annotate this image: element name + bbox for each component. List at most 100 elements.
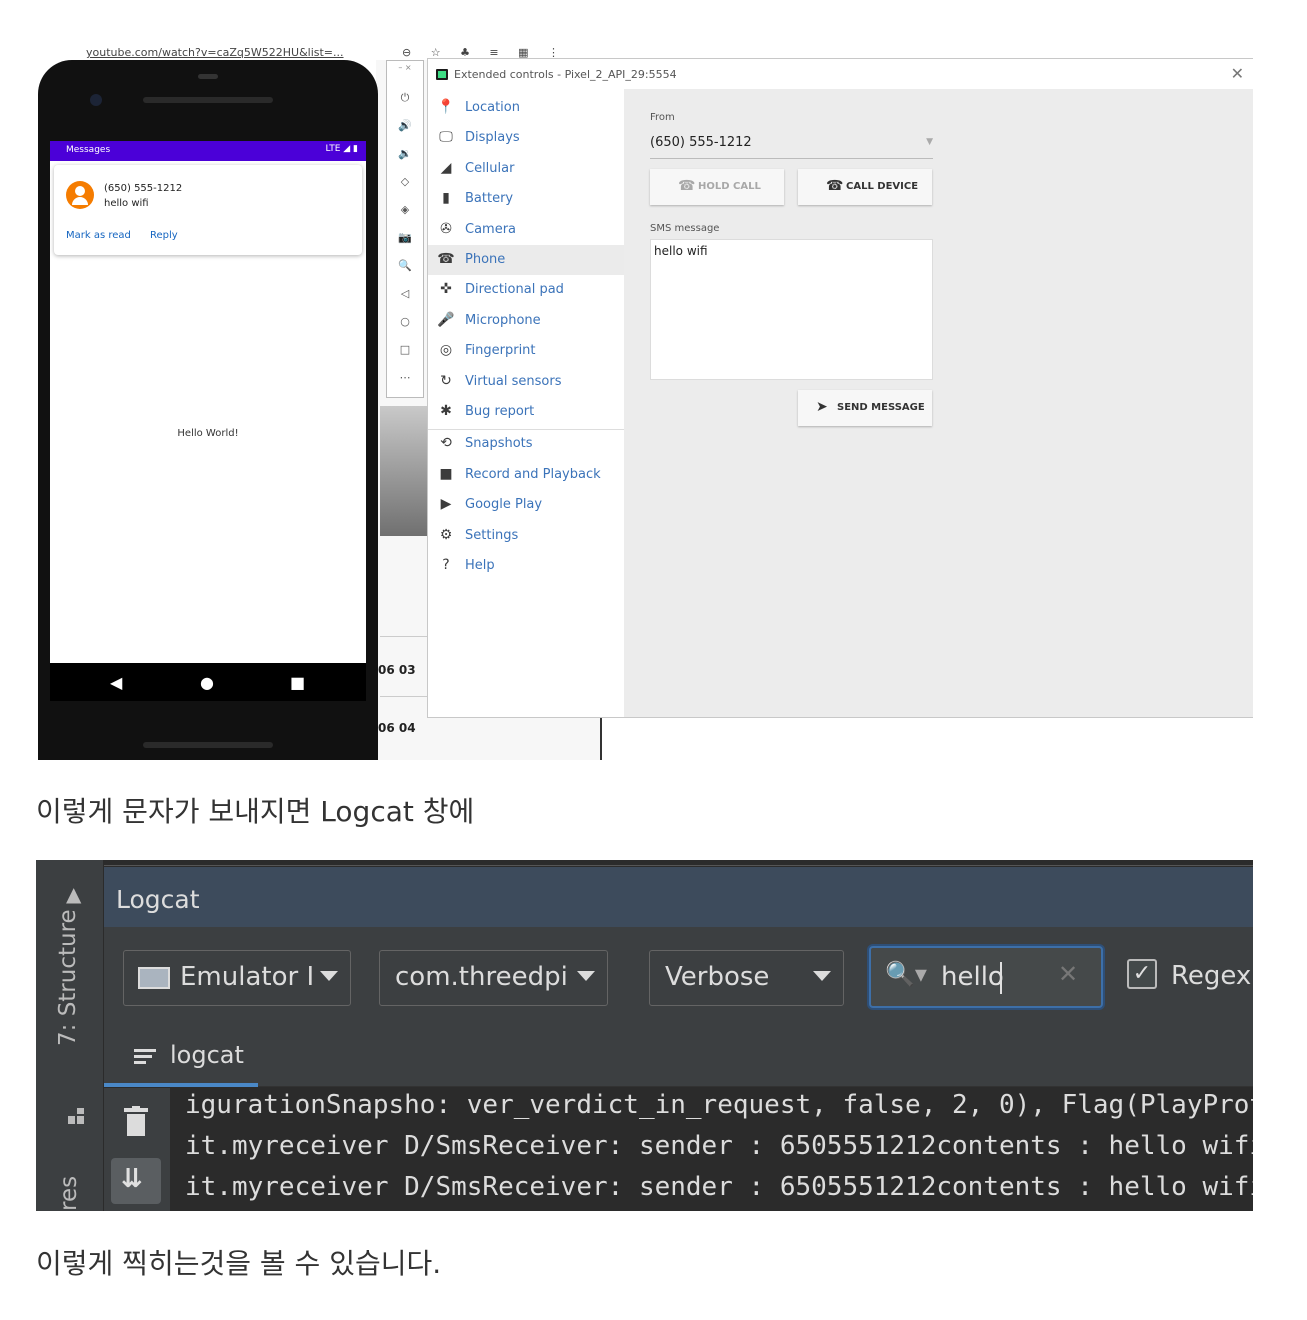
tab-logcat[interactable]: logcat: [104, 1017, 258, 1087]
device-select[interactable]: Emulator I: [123, 950, 351, 1006]
nav-item-google-play[interactable]: ▶ Google Play: [428, 490, 624, 520]
regex-checkbox[interactable]: ✓: [1127, 959, 1157, 989]
back-icon[interactable]: ◀: [110, 673, 122, 692]
package-select-value: com.threedpi: [395, 962, 568, 992]
hold-call-label: HOLD CALL: [698, 181, 761, 192]
nav-item-label: Snapshots: [465, 436, 533, 452]
phone-pause-icon: ☎: [678, 178, 696, 194]
phone-icon: ☎: [826, 178, 844, 194]
nav-item-settings[interactable]: ⚙ Settings: [428, 521, 624, 551]
close-icon[interactable]: ✕: [1231, 64, 1244, 83]
nav-item-help[interactable]: ? Help: [428, 551, 624, 581]
from-number-value: (650) 555-1212: [650, 135, 752, 150]
gear-icon: ⚙: [439, 526, 453, 543]
phone-bottom-speaker: [143, 742, 273, 748]
nav-item-camera[interactable]: ✇ Camera: [428, 215, 624, 245]
extended-controls-window: Extended controls - Pixel_2_API_29:5554 …: [427, 58, 1253, 718]
volume-up-icon[interactable]: 🔊: [387, 119, 423, 132]
search-icon[interactable]: 🔍▾: [885, 960, 927, 988]
resource-manager-tool-tab[interactable]: res: [56, 1176, 82, 1211]
logcat-actions-gutter: ⇊: [104, 1088, 170, 1211]
android-icon[interactable]: ▲: [66, 882, 81, 906]
home-icon[interactable]: ○: [387, 315, 423, 328]
screenshot-icon[interactable]: 📷: [387, 231, 423, 244]
nav-item-displays[interactable]: 🖵 Displays: [428, 123, 624, 153]
scroll-to-end-icon[interactable]: ⇊: [111, 1158, 161, 1204]
phone-speaker: [143, 97, 273, 103]
call-device-button[interactable]: ☎ CALL DEVICE: [798, 169, 932, 205]
logcat-title-bar: Logcat: [104, 867, 1253, 927]
android-studio-logo-icon: [436, 69, 448, 80]
tool-window-border: [104, 860, 1253, 866]
dpad-icon: ✜: [440, 281, 452, 298]
app-center-text: Hello World!: [177, 428, 239, 439]
phone-screen[interactable]: Messages LTE ◢ ▮ (650) 555-1212 hello wi…: [50, 141, 366, 663]
structure-tool-tab[interactable]: 7: Structure: [55, 909, 81, 1046]
nav-item-directional-pad[interactable]: ✜ Directional pad: [428, 275, 624, 305]
logcat-tab-bar: logcat: [104, 1017, 1253, 1087]
emulator-screenshot: youtube.com/watch?v=caZq5W522HU&list=...…: [36, 46, 1253, 760]
zoom-icon[interactable]: 🔍: [387, 259, 423, 272]
reply-button[interactable]: Reply: [150, 230, 178, 241]
sms-message-label: SMS message: [650, 223, 720, 234]
back-icon[interactable]: ◁: [387, 287, 423, 300]
nav-item-virtual-sensors[interactable]: ↻ Virtual sensors: [428, 367, 624, 397]
trash-icon[interactable]: [124, 1106, 148, 1136]
toolbar-window-controls[interactable]: – ×: [387, 63, 423, 72]
more-icon[interactable]: ⋯: [387, 371, 423, 384]
rotate-left-icon[interactable]: ◇: [387, 175, 423, 188]
rotate-right-icon[interactable]: ◈: [387, 203, 423, 216]
nav-item-label: Camera: [465, 221, 517, 237]
browser-url[interactable]: youtube.com/watch?v=caZq5W522HU&list=...: [86, 46, 344, 59]
search-value: hello: [941, 962, 1004, 992]
battery-icon: ▮: [442, 190, 450, 207]
camera-aperture-icon: ✇: [440, 220, 452, 237]
log-lines-icon: [134, 1049, 156, 1065]
log-output[interactable]: igurationSnapsho: ver_verdict_in_request…: [170, 1088, 1253, 1211]
nav-item-phone[interactable]: ☎ Phone: [428, 245, 624, 275]
overview-icon[interactable]: □: [387, 343, 423, 356]
clear-icon[interactable]: ✕: [1058, 960, 1078, 988]
nav-item-label: Settings: [465, 527, 519, 543]
sms-notification[interactable]: (650) 555-1212 hello wifi Mark as read R…: [54, 165, 362, 255]
nav-item-bug-report[interactable]: ✱ Bug report: [428, 397, 624, 427]
window-title: Extended controls - Pixel_2_API_29:5554: [454, 68, 677, 81]
mark-as-read-button[interactable]: Mark as read: [66, 230, 131, 241]
nav-divider: [428, 429, 624, 430]
nav-item-battery[interactable]: ▮ Battery: [428, 184, 624, 214]
nav-item-fingerprint[interactable]: ◎ Fingerprint: [428, 336, 624, 366]
nav-item-snapshots[interactable]: ⟲ Snapshots: [428, 429, 624, 459]
sms-message-input[interactable]: hello wifi: [650, 239, 933, 380]
log-search-input[interactable]: 🔍▾ hello ✕: [869, 946, 1103, 1008]
contact-avatar-icon: [66, 181, 94, 209]
rotate-sensor-icon: ↻: [440, 372, 452, 389]
recents-icon[interactable]: ■: [290, 673, 305, 692]
text-cursor: [1000, 962, 1002, 994]
logcat-screenshot: ▲ 7: Structure res Logcat Emulator I com…: [36, 860, 1253, 1211]
volume-down-icon[interactable]: 🔉: [387, 147, 423, 160]
nav-item-location[interactable]: 📍 Location: [428, 93, 624, 123]
left-tool-strip: ▲ 7: Structure res: [36, 860, 104, 1211]
call-device-label: CALL DEVICE: [846, 181, 919, 192]
chevron-down-icon: [320, 971, 338, 981]
nav-item-label: Displays: [465, 130, 520, 146]
nav-item-cellular[interactable]: ◢ Cellular: [428, 154, 624, 184]
nav-item-record-and-playback[interactable]: ■ Record and Playback: [428, 460, 624, 490]
nav-item-label: Virtual sensors: [465, 373, 562, 389]
nav-item-microphone[interactable]: 🎤 Microphone: [428, 306, 624, 336]
from-number-select[interactable]: (650) 555-1212 ▼: [650, 131, 933, 159]
cellular-signal-icon: ◢: [440, 159, 452, 176]
chevron-down-icon: [577, 971, 595, 981]
power-icon[interactable]: ⏻: [387, 91, 423, 105]
package-select[interactable]: com.threedpi: [379, 950, 608, 1006]
log-level-select[interactable]: Verbose: [649, 950, 844, 1006]
hold-call-button[interactable]: ☎ HOLD CALL: [650, 169, 784, 205]
fingerprint-icon: ◎: [439, 342, 453, 359]
caption-text: 이렇게 문자가 보내지면 Logcat 창에: [36, 795, 475, 828]
log-line: it.myreceiver D/SmsReceiver: sender : 65…: [185, 1172, 1253, 1202]
log-line: igurationSnapsho: ver_verdict_in_request…: [185, 1090, 1253, 1120]
send-message-button[interactable]: ➤ SEND MESSAGE: [798, 390, 932, 426]
home-icon[interactable]: ●: [200, 673, 214, 692]
nav-item-label: Microphone: [465, 312, 541, 328]
send-icon: ➤: [816, 399, 828, 415]
